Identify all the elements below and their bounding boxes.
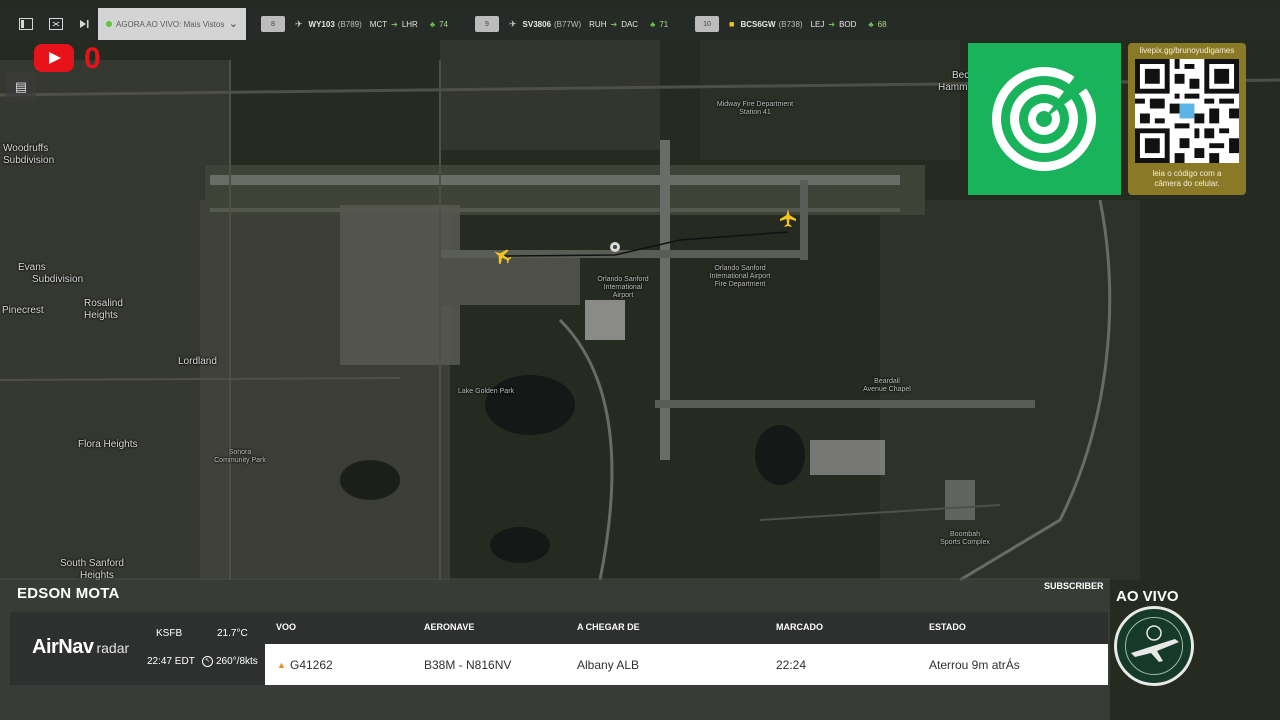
flight-rank: 10 (695, 16, 719, 32)
arrow-icon: ➔ (391, 19, 398, 29)
map-label: Rosalind (84, 298, 123, 309)
subscriber-label: SUBSCRIBER (1044, 581, 1104, 591)
map-label: Subdivision (3, 155, 55, 166)
wind-icon: ↖ (202, 656, 213, 667)
youtube-icon (34, 44, 74, 72)
qr-url: livepix.gg/brunoyudigames (1139, 46, 1235, 55)
flight-rank: 9 (475, 16, 499, 32)
flight-aircraft: (B789) (337, 19, 362, 29)
wind-info: ↖ 260°/8kts (202, 656, 258, 667)
live-dot-icon (106, 21, 112, 27)
flight-signal: 71 (659, 19, 669, 29)
qr-caption: leia o código com a câmera do celular. (1152, 169, 1222, 188)
map-label: Beardall Avenue Chapel (863, 378, 911, 393)
subscriber-name: EDSON MOTA (17, 585, 120, 602)
airnav-logo: AirNav radar (32, 636, 130, 658)
signal-icon: ♣ (650, 19, 656, 29)
expand-icon[interactable] (42, 8, 70, 40)
flight-callsign: SV3806 (522, 19, 552, 29)
map-label: Flora Heights (78, 439, 138, 450)
flight-callsign: BCS6GW (740, 19, 776, 29)
flight-callsign: WY103 (308, 19, 335, 29)
radar-icon (992, 43, 1121, 171)
map-label: Pinecrest (2, 305, 44, 316)
col-flight: VOO (276, 622, 297, 632)
top-bar: AGORA AO VIVO: Mais Vistos ⌄ 8 ✈ WY103 (… (0, 8, 1280, 40)
cell-from: Albany ALB (577, 658, 640, 672)
map-label: Bec (952, 70, 970, 81)
col-scheduled: MARCADO (776, 622, 823, 632)
chevron-down-icon: ⌄ (228, 18, 238, 30)
flight-to: DAC (621, 19, 639, 29)
live-select[interactable]: AGORA AO VIVO: Mais Vistos ⌄ (98, 8, 246, 40)
flight-aircraft: (B77W) (554, 19, 582, 29)
arrow-icon: ➔ (828, 19, 836, 29)
airport-code: KSFB (156, 628, 183, 639)
plane-icon: ■ (729, 19, 735, 29)
temperature: 21.7°C (217, 628, 248, 639)
local-time: 22:47 EDT (147, 656, 195, 667)
flight-item[interactable]: 9 ✈ SV3806 (B77W) RUH ➔ DAC ♣ 71 (475, 8, 668, 40)
flight-item[interactable]: 8 ✈ WY103 (B789) MCT ➔ LHR ♣ 74 (261, 8, 448, 40)
map-label: Midway Fire Department Station 41 (716, 101, 794, 116)
signal-icon: ♣ (429, 19, 436, 29)
cell-status: Aterrou 9m atrÁs (929, 658, 1020, 672)
airplane-logo-icon (1131, 625, 1179, 662)
airnav-panel: AirNav radar KSFB 21.7°C 22:47 EDT ↖ 260°/… (10, 612, 265, 685)
map-label: Heights (84, 310, 118, 321)
layers-button[interactable]: ▤ (6, 72, 36, 102)
cell-scheduled: 22:24 (776, 658, 807, 672)
map-label: Evans (18, 262, 46, 273)
plane-icon: ✈ (295, 18, 303, 29)
skip-icon[interactable] (70, 8, 98, 40)
live-label: AO VIVO (1116, 588, 1179, 605)
map-label: Subdivision (32, 274, 84, 285)
col-from: A CHEGAR DE (577, 622, 640, 632)
live-select-label: AGORA AO VIVO: Mais Vistos (116, 19, 225, 29)
flight-from: MCT (369, 19, 388, 29)
map-label: Boombah Sports Complex (940, 531, 990, 546)
cell-flight: G41262 (290, 658, 333, 672)
qr-code-icon[interactable] (1135, 59, 1239, 163)
map-label: Orlando Sanford International Airport Fire… (709, 265, 771, 288)
flight-to: LHR (401, 19, 418, 29)
flight-signal: 74 (439, 19, 448, 29)
flight-from: RUH (589, 19, 607, 29)
flame-icon: ▲ (277, 660, 286, 670)
arrivals-table-header: VOO AERONAVE A CHEGAR DE MARCADO ESTADO (265, 612, 1108, 644)
map-label: Orlando Sanford International Airport (597, 276, 649, 299)
arrow-icon: ➔ (610, 19, 618, 29)
flight-rank: 8 (261, 16, 285, 32)
youtube-subscriber-count: 0 (84, 42, 101, 75)
flightradar-logo (968, 43, 1121, 195)
signal-icon: ♣ (868, 19, 874, 29)
flight-aircraft: (B738) (778, 19, 803, 29)
col-aircraft: AERONAVE (424, 622, 475, 632)
map-label: Hamm (938, 82, 968, 93)
sidebar-icon[interactable] (12, 8, 40, 40)
flight-signal: 68 (877, 19, 887, 29)
map-label: Lake Golden Park (458, 388, 515, 395)
map-label: South Sanford (60, 558, 124, 569)
col-status: ESTADO (929, 622, 966, 632)
cell-aircraft: B38M - N816NV (424, 658, 512, 672)
plane-icon: ✈ (509, 18, 517, 29)
table-row[interactable]: ▲ G41262 B38M - N816NV Albany ALB 22:24 … (265, 644, 1108, 685)
qr-code-panel: livepix.gg/brunoyudigames leia o código … (1128, 43, 1246, 195)
map-label: Sonora Community Park (214, 449, 266, 464)
layers-icon: ▤ (14, 79, 28, 94)
map-label: Lordland (178, 356, 217, 367)
flight-from: LEJ (810, 19, 825, 29)
map-label: Woodruffs (3, 143, 49, 154)
channel-badge-logo (1114, 606, 1194, 686)
flight-item[interactable]: 10 ■ BCS6GW (B738) LEJ ➔ BOD ♣ 68 (695, 8, 887, 40)
flight-to: BOD (839, 19, 857, 29)
stream-view: Woodruffs Subdivision Evans Subdivision … (0, 0, 1280, 720)
